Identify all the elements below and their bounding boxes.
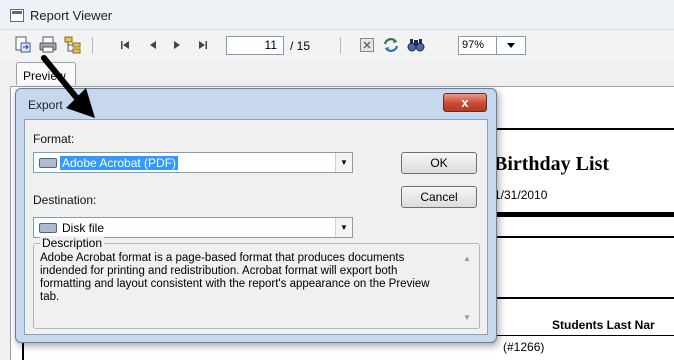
cancel-button[interactable]: Cancel xyxy=(401,186,477,208)
report-rule xyxy=(494,335,674,336)
destination-select[interactable]: Disk file ▼ xyxy=(33,217,353,238)
page-total: / 15 xyxy=(290,39,311,53)
export-icon[interactable] xyxy=(14,36,32,54)
window-title: Report Viewer xyxy=(30,8,113,23)
export-dialog: Export x Format: Adobe Acrobat (PDF) ▼ D… xyxy=(15,88,497,343)
tree-icon[interactable] xyxy=(64,36,82,54)
pdf-format-icon xyxy=(39,158,57,168)
report-viewer-window: Report Viewer 11 / 15 97% Preview Birthd… xyxy=(0,0,674,360)
page-number-input[interactable]: 11 xyxy=(226,36,284,55)
toolbar: 11 / 15 97% xyxy=(0,30,674,60)
destination-label: Destination: xyxy=(33,193,97,207)
zoom-value: 97% xyxy=(462,39,485,51)
close-button[interactable]: x xyxy=(443,93,487,112)
chevron-down-icon[interactable]: ▼ xyxy=(335,153,352,172)
description-text: Adobe Acrobat format is a page-based for… xyxy=(40,252,430,303)
title-bar: Report Viewer xyxy=(0,0,674,30)
zoom-dropdown-icon[interactable] xyxy=(496,35,526,55)
dialog-body: Format: Adobe Acrobat (PDF) ▼ Destinatio… xyxy=(24,119,488,335)
scroll-down-icon[interactable]: ▼ xyxy=(459,313,475,322)
report-column-header: Students Last Nar xyxy=(552,318,655,332)
report-rule xyxy=(480,128,674,130)
search-icon[interactable] xyxy=(406,36,426,54)
report-row: (#1266) xyxy=(503,340,545,354)
report-rule-thick xyxy=(480,212,674,217)
description-group: Description Adobe Acrobat format is a pa… xyxy=(33,236,480,329)
chevron-down-icon[interactable]: ▼ xyxy=(335,218,352,237)
prev-page-icon[interactable] xyxy=(146,36,160,54)
toolbar-separator xyxy=(92,37,93,54)
refresh-icon[interactable] xyxy=(382,36,400,54)
format-label: Format: xyxy=(33,132,75,146)
app-icon xyxy=(10,9,24,22)
first-page-icon[interactable] xyxy=(118,36,132,54)
report-rule xyxy=(480,236,674,238)
destination-value: Disk file xyxy=(62,221,105,235)
last-page-icon[interactable] xyxy=(196,36,210,54)
close-group-icon[interactable] xyxy=(358,36,376,54)
disk-icon xyxy=(39,223,57,233)
description-scrollbar[interactable]: ▲ ▼ xyxy=(459,254,475,322)
print-icon[interactable] xyxy=(38,36,58,54)
ok-button[interactable]: OK xyxy=(401,152,477,174)
report-date: 1/31/2010 xyxy=(494,188,548,202)
scroll-up-icon[interactable]: ▲ xyxy=(459,254,475,263)
dialog-title: Export xyxy=(28,98,63,112)
format-value: Adobe Acrobat (PDF) xyxy=(60,156,179,170)
report-rule xyxy=(480,297,674,299)
next-page-icon[interactable] xyxy=(170,36,184,54)
format-select[interactable]: Adobe Acrobat (PDF) ▼ xyxy=(33,152,353,173)
description-legend: Description xyxy=(40,236,105,250)
tab-preview[interactable]: Preview xyxy=(16,62,76,85)
toolbar-separator xyxy=(340,37,341,54)
report-title: Birthday List xyxy=(494,153,610,175)
